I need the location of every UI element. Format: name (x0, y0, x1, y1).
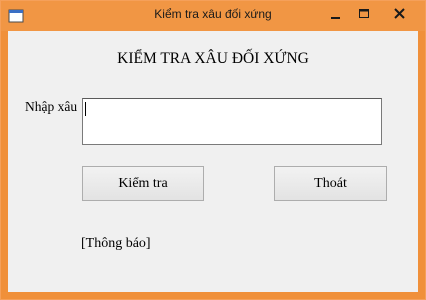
close-icon (394, 8, 405, 19)
form-heading: KIỂM TRA XÂU ĐỐI XỨNG (117, 50, 309, 67)
close-button[interactable] (379, 1, 421, 27)
maximize-icon (359, 9, 369, 18)
text-caret (85, 102, 86, 116)
exit-button[interactable]: Thoát (274, 166, 387, 201)
title-bar[interactable]: Kiểm tra xâu đối xứng (1, 1, 425, 31)
status-label: [Thông báo] (81, 236, 151, 251)
form-client-area: KIỂM TRA XÂU ĐỐI XỨNG Nhập xâu Kiểm tra … (8, 31, 418, 292)
maximize-button[interactable] (350, 1, 379, 27)
app-window: Kiểm tra xâu đối xứng KIỂM TRA XÂU ĐỐI X… (0, 0, 426, 300)
minimize-icon (331, 17, 340, 19)
check-button[interactable]: Kiểm tra (82, 166, 204, 201)
string-input[interactable] (82, 98, 382, 145)
input-label: Nhập xâu (25, 99, 78, 114)
minimize-button[interactable] (321, 1, 350, 27)
